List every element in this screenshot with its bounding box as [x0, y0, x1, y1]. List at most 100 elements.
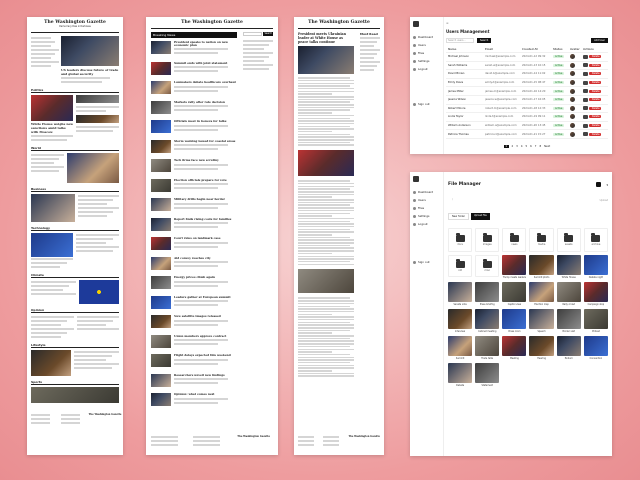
sidebar-item-dashboard[interactable]: Dashboard [413, 190, 440, 194]
list-item-title[interactable]: Officials meet in Geneva for talks [174, 120, 237, 123]
file-item[interactable]: Statement [475, 363, 500, 387]
edit-icon[interactable] [583, 63, 588, 68]
thumbnail[interactable] [151, 315, 171, 329]
delete-button[interactable]: Delete [588, 98, 601, 102]
sidebar-item-settings[interactable]: Settings [413, 59, 440, 63]
thumbnail[interactable] [151, 334, 171, 348]
section-label[interactable]: Technology [31, 226, 119, 231]
folder-item[interactable]: docs [448, 228, 473, 252]
file-item[interactable]: Meeting [502, 336, 527, 360]
list-item[interactable]: New satellite images released [151, 315, 237, 329]
article-photo[interactable] [298, 269, 354, 294]
story-photo[interactable] [31, 350, 71, 376]
file-item[interactable]: White House [556, 255, 581, 279]
file-item[interactable]: Debate night [583, 255, 608, 279]
list-item-title[interactable]: Lawmakers debate healthcare overhaul [174, 81, 237, 84]
edit-icon[interactable] [583, 106, 588, 111]
delete-button[interactable]: Delete [588, 81, 601, 85]
list-item[interactable]: Aid convoy reaches city [151, 256, 237, 270]
file-item[interactable]: Podium [556, 336, 581, 360]
file-item[interactable]: Press briefing [475, 282, 500, 306]
file-item[interactable]: Trade talks [475, 336, 500, 360]
thumbnail[interactable] [151, 198, 171, 212]
search-input[interactable]: Search users... [446, 38, 474, 43]
thumbnail[interactable] [151, 120, 171, 134]
folder-item[interactable]: news [502, 228, 527, 252]
story-photo[interactable] [67, 153, 119, 183]
thumbnail[interactable] [151, 61, 171, 75]
section-label[interactable]: Sports [31, 380, 119, 385]
edit-icon[interactable] [583, 89, 588, 94]
file-item[interactable]: Border visit [556, 309, 581, 333]
edit-icon[interactable] [583, 97, 588, 102]
list-item[interactable]: Lawmakers debate healthcare overhaul [151, 81, 237, 95]
second-headline[interactable]: White House weighs new sanctions amid ta… [31, 122, 73, 134]
delete-button[interactable]: Delete [588, 115, 601, 119]
section-label[interactable]: Lifestyle [31, 343, 119, 348]
next-page-button[interactable]: Next [544, 145, 550, 148]
story-photo[interactable] [31, 95, 73, 121]
file-item[interactable]: Protest [583, 309, 608, 333]
folder-item[interactable]: old [448, 255, 473, 277]
delete-button[interactable]: Delete [588, 132, 601, 136]
list-item-title[interactable]: Summit ends with joint statement [174, 61, 237, 65]
list-item-title[interactable]: Markets rally after rate decision [174, 100, 237, 104]
footer-logo[interactable]: The Washington Gazette [349, 435, 380, 438]
upload-button[interactable]: Upload [600, 199, 608, 202]
list-item-title[interactable]: Researchers unveil new findings [174, 373, 237, 377]
file-item[interactable]: Capitol view [502, 282, 527, 306]
article-photo[interactable] [298, 46, 354, 74]
page-2[interactable]: 2 [512, 145, 514, 148]
file-item[interactable]: Senate vote [448, 282, 473, 306]
page-8[interactable]: 8 [539, 145, 541, 148]
delete-button[interactable]: Delete [588, 89, 601, 93]
thumbnail[interactable] [151, 237, 171, 251]
list-item-title[interactable]: Union members approve contract [174, 334, 237, 338]
list-item[interactable]: Opinion: what comes next [151, 393, 237, 407]
thumbnail[interactable] [151, 354, 171, 368]
story-photo[interactable] [31, 233, 73, 257]
thumbnail[interactable] [151, 159, 171, 173]
app-logo-icon[interactable] [413, 176, 419, 182]
file-item[interactable]: Summit [448, 336, 473, 360]
lead-headline[interactable]: US leaders discuss future of trade and g… [61, 68, 119, 76]
sidebar-item-files[interactable]: Files [413, 51, 440, 55]
thumbnail[interactable] [151, 373, 171, 387]
file-item[interactable]: Speech [529, 309, 554, 333]
list-item[interactable]: Military drills begin near border [151, 198, 237, 212]
sidebar-item-logout[interactable]: Logout [413, 67, 440, 71]
file-item[interactable]: Summit photo [529, 255, 554, 279]
list-item-title[interactable]: Report finds rising costs for families [174, 217, 237, 221]
folder-item[interactable]: archive [583, 228, 608, 252]
article-photo[interactable] [298, 150, 354, 177]
thumbnail[interactable] [151, 41, 171, 54]
list-item[interactable]: Officials meet in Geneva for talks [151, 120, 237, 134]
lead-photo[interactable] [61, 36, 119, 66]
story-photo[interactable] [31, 194, 75, 222]
list-item[interactable]: Flight delays expected this weekend [151, 354, 237, 368]
eu-flag-photo[interactable] [79, 280, 119, 304]
chevron-down-icon[interactable]: ▾ [606, 183, 608, 187]
footer-logo[interactable]: The Washington Gazette [237, 435, 270, 438]
list-item[interactable]: Tech firms face new scrutiny [151, 159, 237, 173]
grid-view-icon[interactable] [596, 182, 602, 187]
menu-icon[interactable]: ≡ [446, 21, 449, 25]
delete-button[interactable]: Delete [588, 63, 601, 67]
list-item[interactable]: Report finds rising costs for families [151, 217, 237, 231]
sidebar-item-dashboard[interactable]: Dashboard [413, 35, 440, 39]
thumbnail[interactable] [151, 393, 171, 407]
list-item-title[interactable]: Election officials prepare for vote [174, 178, 237, 182]
sidebar-item-files[interactable]: Files [413, 206, 440, 210]
file-item[interactable]: Cabinet meeting [475, 309, 500, 333]
list-item[interactable]: Storm warning issued for coastal areas [151, 139, 237, 153]
file-item[interactable]: Debate [448, 363, 473, 387]
list-item-title[interactable]: Leaders gather at European summit [174, 295, 237, 299]
file-item[interactable]: Trump meets leaders [502, 255, 527, 279]
sidebar-signout[interactable]: Sign out [413, 102, 430, 106]
page-1[interactable]: 1 [503, 144, 509, 148]
section-label[interactable]: Business [31, 187, 119, 192]
thumbnail[interactable] [151, 295, 171, 309]
list-item-title[interactable]: President speaks to nation on new econom… [174, 40, 237, 47]
page-5[interactable]: 5 [525, 145, 527, 148]
folder-item[interactable]: misc [475, 255, 500, 277]
